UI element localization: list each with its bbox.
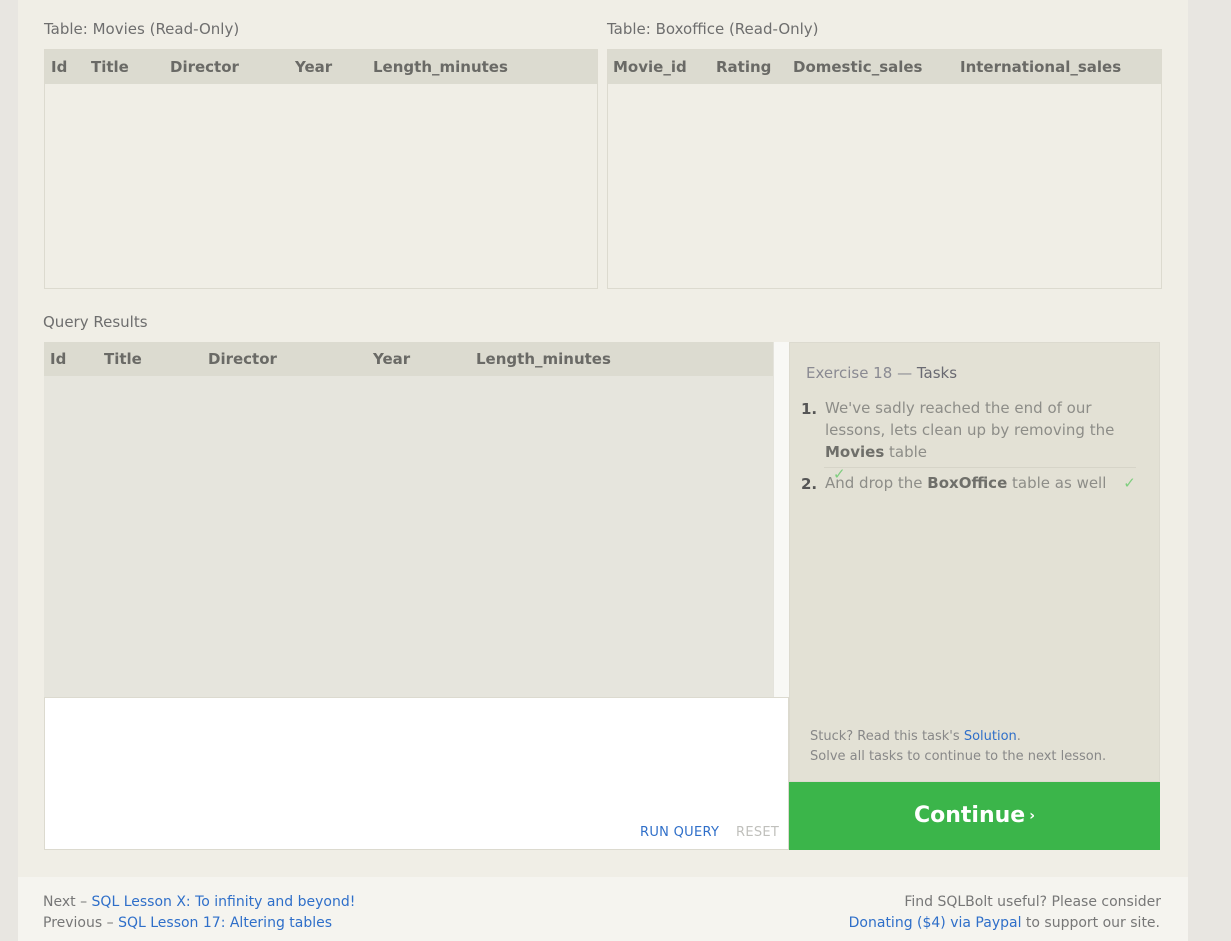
next-prefix: Next – bbox=[43, 894, 88, 910]
hint-text: . bbox=[1016, 729, 1021, 744]
movies-table: Id Title Director Year Length_minutes bbox=[44, 49, 598, 289]
continue-hint: Solve all tasks to continue to the next … bbox=[810, 749, 1107, 764]
task-text: table as well bbox=[1012, 474, 1107, 492]
query-results-caption: Query Results bbox=[43, 313, 148, 331]
column-header: Id bbox=[51, 58, 68, 76]
column-header: Domestic_sales bbox=[793, 58, 923, 76]
solution-hint: Stuck? Read this task's Solution. bbox=[810, 729, 1021, 744]
exercise-label: Exercise 18 bbox=[806, 364, 893, 382]
reset-button[interactable]: RESET bbox=[736, 825, 779, 840]
column-header: Title bbox=[104, 350, 142, 368]
task-table-name: Movies bbox=[825, 443, 885, 461]
column-header: Length_minutes bbox=[476, 350, 611, 368]
support-text: Find SQLBolt useful? Please consider bbox=[904, 894, 1161, 910]
next-lesson-link[interactable]: SQL Lesson X: To infinity and beyond! bbox=[92, 894, 356, 910]
check-icon: ✓ bbox=[1123, 474, 1136, 492]
task-table-name: BoxOffice bbox=[927, 474, 1008, 492]
continue-label: Continue bbox=[913, 803, 1026, 828]
previous-lesson-nav: Previous – SQL Lesson 17: Altering table… bbox=[43, 915, 332, 931]
movies-table-header: Id Title Director Year Length_minutes bbox=[45, 50, 597, 84]
column-header: Year bbox=[373, 350, 411, 368]
solution-link[interactable]: Solution bbox=[964, 729, 1017, 744]
results-scrollbar[interactable] bbox=[773, 342, 789, 697]
tasks-label: Tasks bbox=[916, 364, 958, 382]
boxoffice-table-header: Movie_id Rating Domestic_sales Internati… bbox=[608, 50, 1161, 84]
boxoffice-table: Movie_id Rating Domestic_sales Internati… bbox=[607, 49, 1162, 289]
support-suffix: to support our site. bbox=[1025, 915, 1160, 931]
column-header: Year bbox=[295, 58, 333, 76]
run-query-button[interactable]: RUN QUERY bbox=[640, 825, 719, 840]
column-header: International_sales bbox=[960, 58, 1122, 76]
continue-button[interactable]: Continue › bbox=[789, 782, 1160, 850]
boxoffice-table-caption: Table: Boxoffice (Read-Only) bbox=[607, 20, 819, 38]
column-header: Movie_id bbox=[613, 58, 687, 76]
task-text: We've sadly reached the end of our lesso… bbox=[825, 399, 1115, 439]
tasks-title: Exercise 18 — Tasks bbox=[806, 364, 957, 382]
task-text: And drop the bbox=[825, 474, 923, 492]
previous-prefix: Previous – bbox=[43, 915, 114, 931]
next-lesson-nav: Next – SQL Lesson X: To infinity and bey… bbox=[43, 894, 355, 910]
task-item: And drop the BoxOffice table as well ✓ bbox=[825, 472, 1145, 494]
chevron-right-icon: › bbox=[1029, 808, 1035, 824]
query-results-header: Id Title Director Year Length_minutes bbox=[44, 342, 773, 376]
donate-line: Donating ($4) via Paypal to support our … bbox=[849, 915, 1160, 931]
column-header: Id bbox=[50, 350, 67, 368]
title-dash: — bbox=[897, 364, 913, 382]
query-editor[interactable]: RUN QUERY RESET bbox=[44, 697, 789, 850]
task-number: 2. bbox=[801, 475, 818, 493]
task-divider bbox=[824, 467, 1136, 468]
column-header: Length_minutes bbox=[373, 58, 508, 76]
column-header: Director bbox=[208, 350, 277, 368]
query-results-table: Id Title Director Year Length_minutes bbox=[44, 342, 773, 697]
task-text: table bbox=[889, 443, 928, 461]
column-header: Rating bbox=[716, 58, 772, 76]
donate-link[interactable]: Donating ($4) via Paypal bbox=[849, 915, 1022, 931]
column-header: Title bbox=[91, 58, 129, 76]
column-header: Director bbox=[170, 58, 239, 76]
tasks-panel: Exercise 18 — Tasks 1. We've sadly reach… bbox=[789, 342, 1160, 782]
hint-text: Stuck? Read this task's bbox=[810, 729, 960, 744]
task-number: 1. bbox=[801, 400, 818, 418]
previous-lesson-link[interactable]: SQL Lesson 17: Altering tables bbox=[118, 915, 332, 931]
movies-table-caption: Table: Movies (Read-Only) bbox=[44, 20, 240, 38]
